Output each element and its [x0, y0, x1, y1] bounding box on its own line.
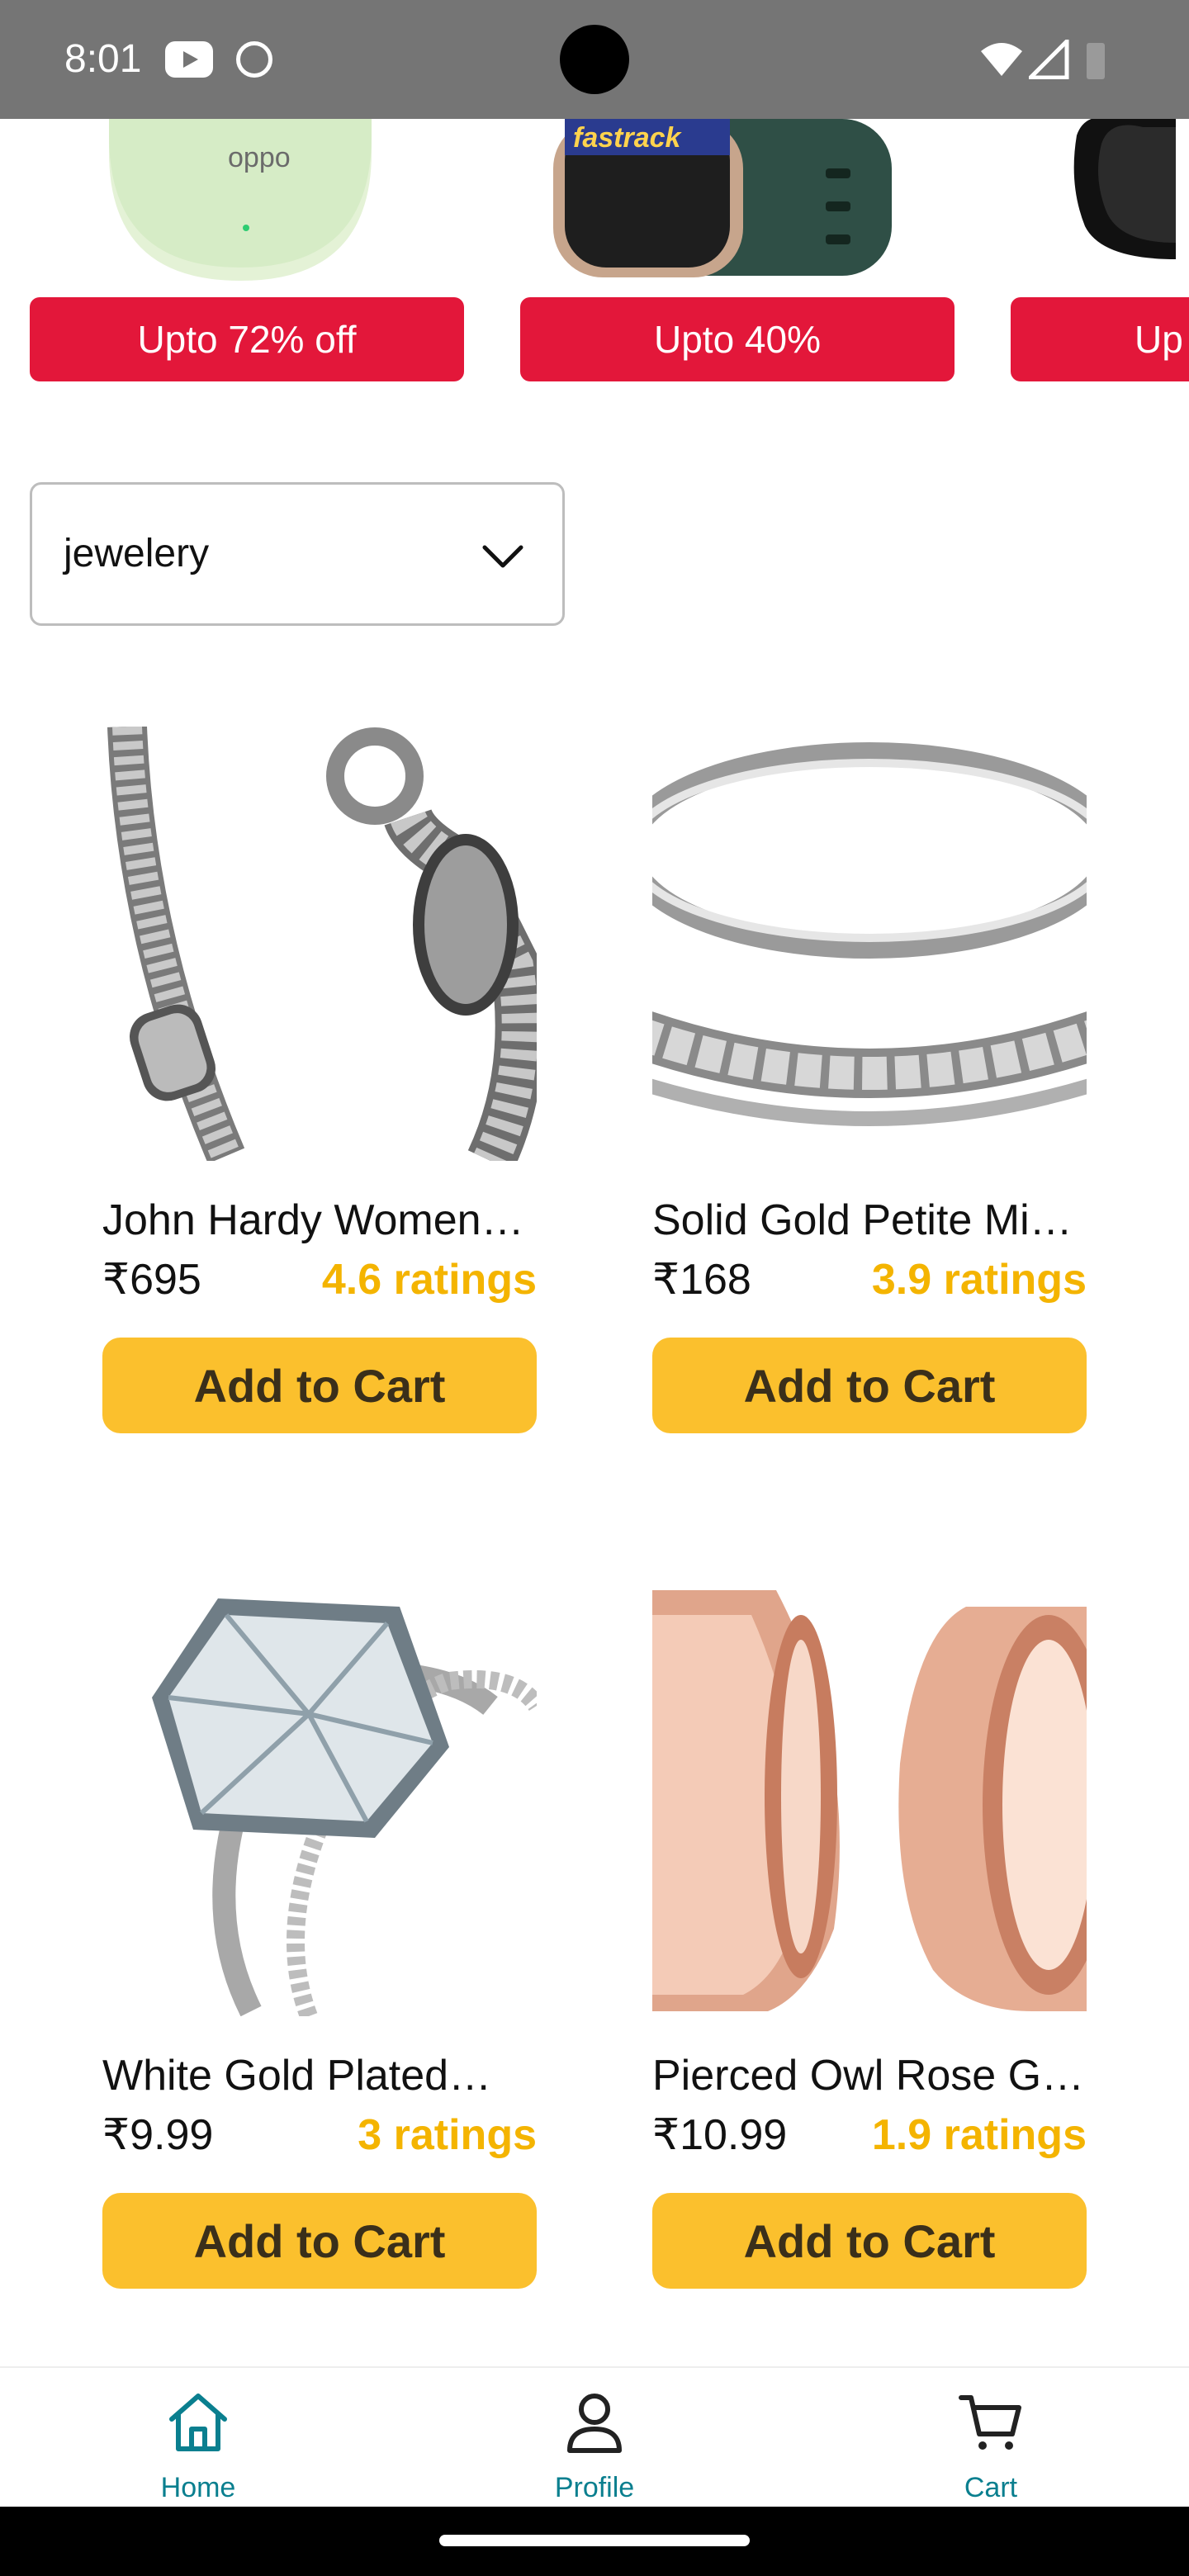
- promo-button[interactable]: Upto 72% off: [30, 297, 464, 381]
- product-image-gold-ring: [652, 727, 1087, 1161]
- add-to-cart-button[interactable]: Add to Cart: [102, 2193, 537, 2289]
- product-name[interactable]: Solid Gold Petite Mi…: [652, 1196, 1087, 1245]
- add-to-cart-button[interactable]: Add to Cart: [652, 2193, 1087, 2289]
- status-time: 8:01: [64, 37, 142, 81]
- wifi-icon: [981, 43, 1022, 76]
- product-image-chain-bracelet: [102, 727, 537, 1161]
- product-card[interactable]: White Gold Plated… ₹9.99 3 ratings Add t…: [102, 1582, 537, 2292]
- promo-button[interactable]: Up: [1011, 297, 1189, 381]
- fastrack-logo: fastrack: [573, 122, 683, 154]
- product-card[interactable]: John Hardy Women… ₹695 4.6 ratings Add t…: [102, 727, 537, 1437]
- profile-icon: [567, 2394, 622, 2453]
- home-icon: [169, 2394, 227, 2451]
- promo-carousel[interactable]: oppo Upto 72% off fastrack Upto 40% Up: [0, 119, 1189, 391]
- product-image-diamond-ring: [102, 1582, 537, 2016]
- cat-icon: [236, 41, 272, 78]
- camera-cutout: [560, 25, 629, 94]
- cart-icon: [959, 2395, 1021, 2450]
- product-price: ₹168: [652, 1256, 751, 1304]
- product-name[interactable]: John Hardy Women…: [102, 1196, 537, 1245]
- product-rating: 3 ratings: [358, 2111, 537, 2159]
- product-rating: 1.9 ratings: [871, 2111, 1087, 2159]
- youtube-icon: [165, 41, 213, 78]
- chevron-down-icon: [482, 545, 523, 568]
- bottom-navigation: Home Profile Cart: [0, 2366, 1189, 2507]
- battery-icon: [1087, 43, 1105, 79]
- headphones-image: [1073, 119, 1176, 259]
- gesture-handle[interactable]: [439, 2535, 750, 2546]
- product-price: ₹695: [102, 1256, 201, 1304]
- promo-card-fastrack[interactable]: fastrack Upto 40%: [520, 119, 955, 381]
- category-selected-value: jewelery: [64, 532, 210, 575]
- product-card[interactable]: Pierced Owl Rose G… ₹10.99 1.9 ratings A…: [652, 1582, 1087, 2292]
- signal-icon: [1029, 40, 1069, 79]
- product-name[interactable]: White Gold Plated…: [102, 2051, 537, 2100]
- product-name[interactable]: Pierced Owl Rose G…: [652, 2051, 1087, 2100]
- add-to-cart-button[interactable]: Add to Cart: [102, 1338, 537, 1433]
- product-price: ₹10.99: [652, 2111, 788, 2159]
- nav-home[interactable]: Home: [74, 2368, 322, 2508]
- add-to-cart-button[interactable]: Add to Cart: [652, 1338, 1087, 1433]
- nav-profile-label: Profile: [554, 2472, 635, 2503]
- product-rating: 4.6 ratings: [321, 1256, 537, 1304]
- product-rating: 3.9 ratings: [871, 1256, 1087, 1304]
- category-dropdown[interactable]: jewelery: [30, 482, 565, 626]
- oppo-logo: oppo: [228, 142, 291, 173]
- promo-card-headphones[interactable]: Up: [1011, 119, 1189, 381]
- system-gesture-area: [0, 2507, 1189, 2576]
- product-card[interactable]: Solid Gold Petite Mi… ₹168 3.9 ratings A…: [652, 727, 1087, 1437]
- status-bar: 8:01: [0, 0, 1189, 119]
- nav-cart-label: Cart: [964, 2472, 1018, 2503]
- promo-button[interactable]: Upto 40%: [520, 297, 955, 381]
- nav-cart[interactable]: Cart: [867, 2368, 1115, 2508]
- product-image-rose-gold-plugs: [652, 1582, 1087, 2016]
- nav-home-label: Home: [160, 2472, 236, 2503]
- earbuds-case-image: oppo: [109, 119, 372, 281]
- nav-profile[interactable]: Profile: [471, 2368, 718, 2508]
- promo-card-oppo[interactable]: oppo Upto 72% off: [30, 119, 464, 381]
- smartwatch-image: fastrack: [553, 119, 892, 277]
- product-price: ₹9.99: [102, 2111, 214, 2159]
